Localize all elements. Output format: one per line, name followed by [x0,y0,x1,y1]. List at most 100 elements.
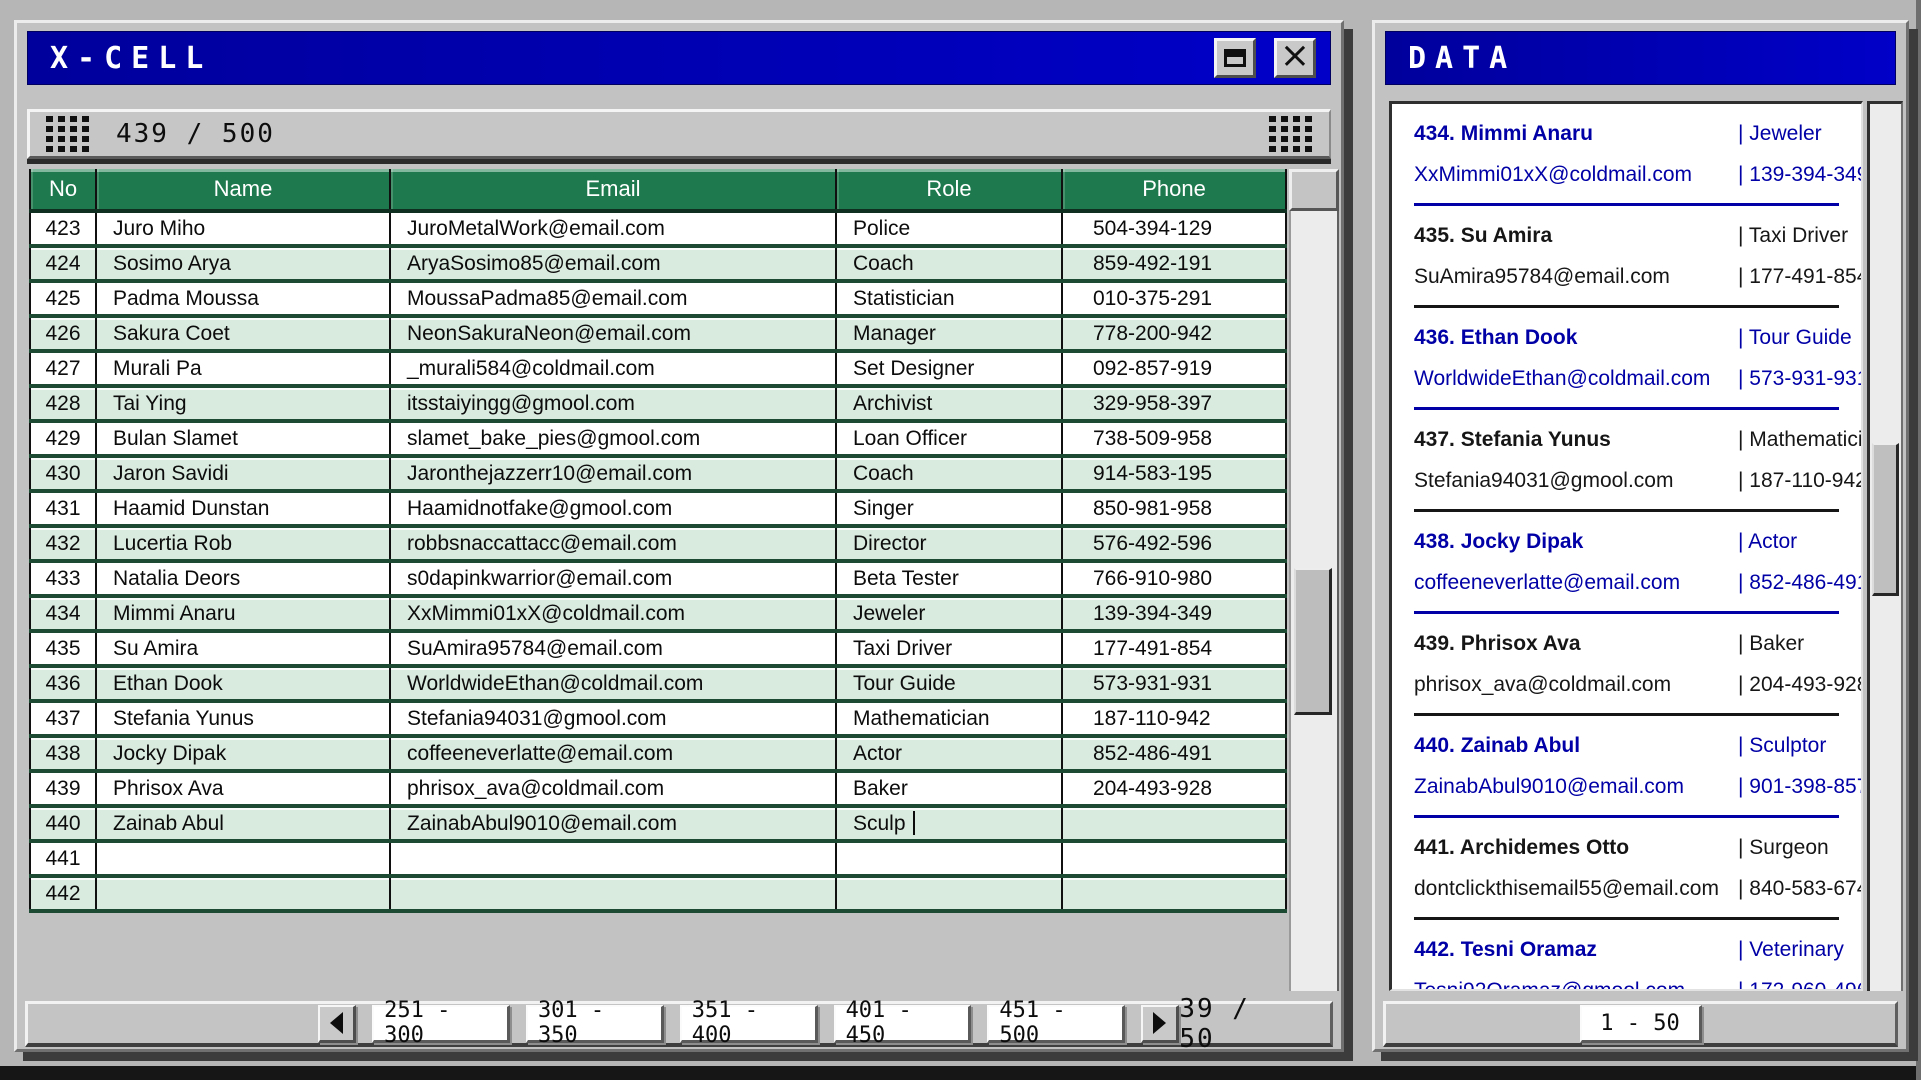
cell-no[interactable]: 427 [30,351,96,386]
cell-phone[interactable]: 329-958-397 [1062,386,1286,421]
cell-role[interactable]: Manager [836,316,1062,351]
cell-role[interactable]: Archivist [836,386,1062,421]
cell-email[interactable]: _murali584@coldmail.com [390,351,836,386]
cell-phone[interactable]: 859-492-191 [1062,246,1286,281]
cell-phone[interactable] [1062,876,1286,911]
data-scrollbar[interactable] [1867,101,1903,991]
cell-no[interactable]: 439 [30,771,96,806]
cell-phone[interactable]: 738-509-958 [1062,421,1286,456]
cell-email[interactable]: coffeeneverlatte@email.com [390,736,836,771]
cell-name[interactable]: Padma Moussa [96,281,390,316]
page-range-button[interactable]: 301 - 350 [526,1005,664,1043]
cell-phone[interactable]: 504-394-129 [1062,211,1286,246]
cell-no[interactable]: 441 [30,841,96,876]
page-range-button[interactable]: 251 - 300 [372,1005,510,1043]
cell-name[interactable]: Sosimo Arya [96,246,390,281]
cell-role[interactable]: Set Designer [836,351,1062,386]
cell-no[interactable]: 430 [30,456,96,491]
next-page-button[interactable] [1141,1005,1179,1043]
cell-phone[interactable]: 576-492-596 [1062,526,1286,561]
cell-no[interactable]: 425 [30,281,96,316]
cell-no[interactable]: 431 [30,491,96,526]
cell-email[interactable]: ZainabAbul9010@email.com [390,806,836,841]
cell-role[interactable]: Taxi Driver [836,631,1062,666]
cell-email[interactable] [390,841,836,876]
cell-phone[interactable]: 139-394-349 [1062,596,1286,631]
cell-no[interactable]: 429 [30,421,96,456]
cell-role[interactable]: Jeweler [836,596,1062,631]
cell-phone[interactable]: 010-375-291 [1062,281,1286,316]
cell-name[interactable]: Murali Pa [96,351,390,386]
cell-name[interactable]: Sakura Coet [96,316,390,351]
data-scrollbar-thumb[interactable] [1872,443,1899,596]
cell-email[interactable]: SuAmira95784@email.com [390,631,836,666]
cell-email[interactable]: s0dapinkwarrior@email.com [390,561,836,596]
cell-name[interactable]: Haamid Dunstan [96,491,390,526]
cell-email[interactable]: AryaSosimo85@email.com [390,246,836,281]
cell-name[interactable] [96,876,390,911]
page-range-button[interactable]: 351 - 400 [680,1005,818,1043]
cell-no[interactable]: 434 [30,596,96,631]
scrollbar-track[interactable] [1289,211,1339,991]
maximize-button[interactable] [1214,38,1256,78]
cell-role[interactable]: Baker [836,771,1062,806]
cell-name[interactable] [96,841,390,876]
cell-name[interactable]: Ethan Dook [96,666,390,701]
page-range-button[interactable]: 451 - 500 [987,1005,1125,1043]
cell-phone[interactable] [1062,841,1286,876]
cell-email[interactable]: JuroMetalWork@email.com [390,211,836,246]
cell-name[interactable]: Jaron Savidi [96,456,390,491]
cell-phone[interactable]: 766-910-980 [1062,561,1286,596]
scrollbar-thumb[interactable] [1294,568,1332,715]
cell-name[interactable]: Jocky Dipak [96,736,390,771]
cell-name[interactable]: Natalia Deors [96,561,390,596]
cell-role[interactable]: Beta Tester [836,561,1062,596]
cell-no[interactable]: 442 [30,876,96,911]
cell-phone[interactable]: 187-110-942 [1062,701,1286,736]
cell-name[interactable]: Stefania Yunus [96,701,390,736]
cell-role[interactable]: Mathematician [836,701,1062,736]
cell-name[interactable]: Tai Ying [96,386,390,421]
cell-role[interactable]: Actor [836,736,1062,771]
cell-no[interactable]: 438 [30,736,96,771]
cell-role[interactable]: Statistician [836,281,1062,316]
cell-role[interactable]: Singer [836,491,1062,526]
cell-email[interactable]: Haamidnotfake@gmool.com [390,491,836,526]
cell-name[interactable]: Su Amira [96,631,390,666]
cell-email[interactable]: Stefania94031@gmool.com [390,701,836,736]
close-button[interactable]: × [1274,38,1316,78]
cell-no[interactable]: 426 [30,316,96,351]
cell-email[interactable]: NeonSakuraNeon@email.com [390,316,836,351]
cell-role[interactable] [836,876,1062,911]
cell-no[interactable]: 428 [30,386,96,421]
cell-role[interactable]: Coach [836,456,1062,491]
cell-no[interactable]: 424 [30,246,96,281]
cell-no[interactable]: 432 [30,526,96,561]
cell-email[interactable]: XxMimmi01xX@coldmail.com [390,596,836,631]
cell-phone[interactable]: 177-491-854 [1062,631,1286,666]
cell-no[interactable]: 436 [30,666,96,701]
cell-name[interactable]: Mimmi Anaru [96,596,390,631]
cell-role[interactable]: Coach [836,246,1062,281]
cell-no[interactable]: 423 [30,211,96,246]
cell-no[interactable]: 435 [30,631,96,666]
cell-email[interactable]: itsstaiyingg@gmool.com [390,386,836,421]
cell-phone[interactable]: 778-200-942 [1062,316,1286,351]
cell-phone[interactable]: 914-583-195 [1062,456,1286,491]
cell-phone[interactable]: 850-981-958 [1062,491,1286,526]
cell-name[interactable]: Bulan Slamet [96,421,390,456]
cell-phone[interactable]: 204-493-928 [1062,771,1286,806]
cell-phone[interactable]: 852-486-491 [1062,736,1286,771]
page-range-button[interactable]: 401 - 450 [834,1005,972,1043]
cell-role[interactable]: Police [836,211,1062,246]
cell-role[interactable]: Loan Officer [836,421,1062,456]
cell-no[interactable]: 440 [30,806,96,841]
cell-email[interactable]: Jaronthejazzerr10@email.com [390,456,836,491]
cell-no[interactable]: 433 [30,561,96,596]
cell-no[interactable]: 437 [30,701,96,736]
cell-role[interactable]: Director [836,526,1062,561]
cell-name[interactable]: Juro Miho [96,211,390,246]
cell-phone[interactable]: 092-857-919 [1062,351,1286,386]
cell-email[interactable]: WorldwideEthan@coldmail.com [390,666,836,701]
range-button[interactable]: 1 - 50 [1580,1005,1702,1043]
